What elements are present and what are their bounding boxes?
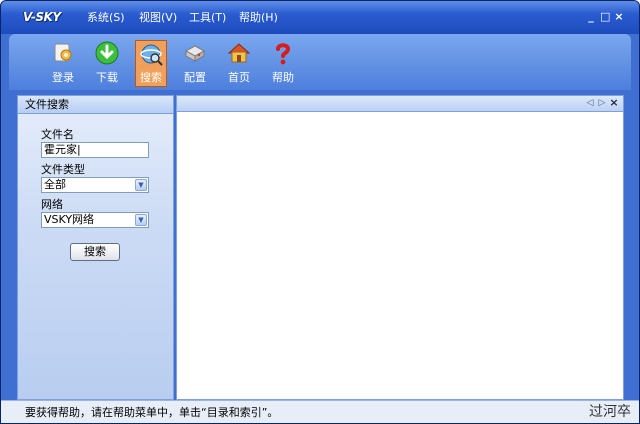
results-panel: ◁ ▷ ×: [176, 95, 624, 400]
globe-magnifier-icon: [140, 44, 163, 66]
help-button[interactable]: 帮助: [267, 39, 299, 87]
menu-help[interactable]: 帮助(H): [239, 10, 278, 26]
status-bar: 要获得帮助，请在帮助菜单中，单击“目录和索引”。 过河卒: [1, 400, 639, 423]
download-arrow-icon: [95, 41, 119, 65]
search-button[interactable]: 搜索: [70, 243, 120, 261]
toolbar-label: 配置: [184, 71, 206, 84]
chevron-down-icon[interactable]: ▼: [135, 179, 147, 191]
app-logo: V-SKY: [23, 10, 61, 24]
next-tab-icon[interactable]: ▷: [597, 97, 607, 109]
drive-config-icon: [184, 45, 206, 62]
prev-tab-icon[interactable]: ◁: [585, 97, 595, 109]
toolbar-label: 帮助: [272, 71, 294, 84]
config-button[interactable]: 配置: [179, 39, 211, 87]
results-panel-header: ◁ ▷ ×: [177, 96, 623, 112]
network-select[interactable]: VSKY网络 ▼: [41, 212, 149, 228]
login-button[interactable]: 登录: [47, 39, 79, 87]
menu-view[interactable]: 视图(V): [139, 10, 177, 26]
status-text: 要获得帮助，请在帮助菜单中，单击“目录和索引”。: [25, 406, 279, 419]
toolbar-label: 登录: [52, 71, 74, 84]
filetype-value: 全部: [44, 178, 66, 191]
close-panel-icon[interactable]: ×: [609, 97, 619, 109]
question-icon: [276, 43, 291, 65]
menu-tools[interactable]: 工具(T): [189, 10, 226, 26]
network-value: VSKY网络: [44, 213, 95, 226]
title-bar[interactable]: V-SKY 系统(S) 视图(V) 工具(T) 帮助(H) _ □ ×: [1, 1, 639, 34]
filename-label: 文件名: [41, 128, 74, 141]
watermark: 过河卒: [589, 404, 631, 420]
app-window: V-SKY 系统(S) 视图(V) 工具(T) 帮助(H) _ □ × 登录 下…: [0, 0, 640, 424]
home-icon: [227, 43, 251, 63]
toolbar: 登录 下载 搜索 配置 首页 帮助: [9, 34, 631, 90]
key-icon: [54, 43, 72, 62]
search-tool-button[interactable]: 搜索: [135, 40, 167, 87]
home-button[interactable]: 首页: [223, 39, 255, 87]
filename-input[interactable]: 霍元家|: [41, 142, 149, 158]
menu-system[interactable]: 系统(S): [87, 10, 125, 26]
network-label: 网络: [41, 198, 63, 211]
filetype-select[interactable]: 全部 ▼: [41, 177, 149, 193]
close-button[interactable]: ×: [614, 11, 624, 22]
toolbar-label: 首页: [228, 71, 250, 84]
toolbar-label: 下载: [96, 71, 118, 84]
maximize-button[interactable]: □: [600, 11, 610, 22]
download-button[interactable]: 下载: [91, 39, 123, 87]
search-panel-title: 文件搜索: [18, 96, 173, 114]
chevron-down-icon[interactable]: ▼: [135, 214, 147, 226]
filetype-label: 文件类型: [41, 163, 85, 176]
toolbar-label: 搜索: [140, 71, 162, 84]
minimize-button[interactable]: _: [586, 11, 596, 22]
search-panel: 文件搜索 文件名 霍元家| 文件类型 全部 ▼ 网络 VSKY网络 ▼ 搜索: [17, 95, 174, 400]
